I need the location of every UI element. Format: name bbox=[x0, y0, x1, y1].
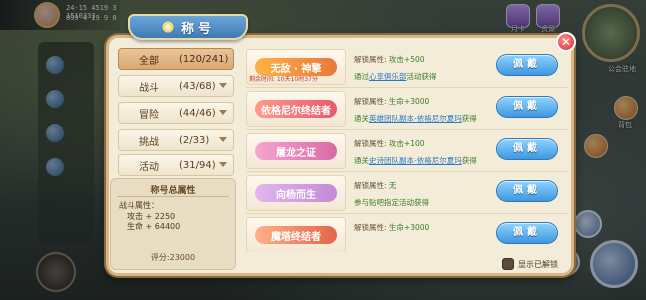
title-badge-name: 屠龙之证 bbox=[255, 142, 337, 160]
unlock-label: 解锁属性: bbox=[354, 181, 389, 190]
unlock-label: 解锁属性: bbox=[354, 223, 389, 232]
equip-button[interactable]: 佩戴 bbox=[496, 138, 558, 160]
unlock-value: 生命+3000 bbox=[388, 223, 430, 232]
source-prefix: 参与贴吧指定活动获得 bbox=[354, 198, 429, 207]
total-score: 评分:23000 bbox=[150, 253, 196, 262]
title-badge[interactable]: 依格尼尔终结者 bbox=[246, 91, 346, 127]
source-text: 通关英雄团队副本-依格尼尔夏玛获得 bbox=[354, 113, 477, 124]
category-name: 全部 bbox=[139, 55, 159, 67]
source-prefix: 通关 bbox=[354, 156, 369, 165]
equip-button[interactable]: 佩戴 bbox=[496, 180, 558, 202]
list-item: 魔塔终结者 解锁属性: 生命+3000 佩戴 bbox=[246, 214, 568, 252]
unlock-value: 攻击+500 bbox=[388, 55, 425, 64]
list-item: 无敌 · 神擎 剩余时间: 10天10时37分 解锁属性: 攻击+500 通过心… bbox=[246, 46, 568, 88]
category-name: 活动 bbox=[139, 161, 159, 173]
unlock-attribute: 解锁属性: 生命+3000 bbox=[354, 222, 429, 233]
title-badge[interactable]: 屠龙之证 bbox=[246, 133, 346, 169]
divider bbox=[117, 196, 229, 197]
dialog-title: 称号 bbox=[180, 21, 215, 37]
source-suffix: 获得 bbox=[461, 114, 477, 123]
category-count: (44/46) bbox=[179, 107, 216, 119]
category-name: 战斗 bbox=[139, 82, 159, 94]
equip-button[interactable]: 佩戴 bbox=[496, 96, 558, 118]
source-suffix: 获得 bbox=[461, 156, 477, 165]
chevron-down-icon bbox=[219, 162, 227, 167]
show-unlocked-checkbox[interactable] bbox=[502, 258, 514, 270]
category-tab-all[interactable]: 全部 (120/241) bbox=[118, 48, 234, 70]
source-link[interactable]: 英雄团队副本-依格尼尔夏玛 bbox=[369, 114, 462, 123]
category-tab-event[interactable]: 活动 (31/94) bbox=[118, 154, 234, 176]
list-item: 依格尼尔终结者 解锁属性: 生命+3000 通关英雄团队副本-依格尼尔夏玛获得 … bbox=[246, 88, 568, 130]
chevron-down-icon bbox=[219, 137, 227, 142]
unlock-label: 解锁属性: bbox=[354, 97, 389, 106]
category-count: (31/94) bbox=[179, 159, 216, 171]
equip-button[interactable]: 佩戴 bbox=[496, 54, 558, 76]
chevron-down-icon bbox=[219, 110, 227, 115]
category-name: 挑战 bbox=[139, 136, 159, 148]
unlock-attribute: 解锁属性: 攻击+500 bbox=[354, 54, 425, 65]
unlock-attribute: 解锁属性: 生命+3000 bbox=[354, 96, 429, 107]
source-prefix: 通过 bbox=[354, 72, 369, 81]
unlock-attribute: 解锁属性: 攻击+100 bbox=[354, 138, 425, 149]
list-item: 向杨而生 解锁属性: 无 参与贴吧指定活动获得 佩戴 bbox=[246, 172, 568, 214]
unlock-attribute: 解锁属性: 无 bbox=[354, 180, 396, 191]
source-text: 通过心享俱乐部活动获得 bbox=[354, 71, 437, 82]
source-suffix: 活动获得 bbox=[406, 72, 437, 81]
list-item: 屠龙之证 解锁属性: 攻击+100 通关史诗团队副本-依格尼尔夏玛获得 佩戴 bbox=[246, 130, 568, 172]
total-life: 生命 + 64400 bbox=[127, 222, 181, 231]
category-tab-adventure[interactable]: 冒险 (44/46) bbox=[118, 102, 234, 124]
total-attributes-box: 称号总属性 战斗属性： 攻击 + 2250 生命 + 64400 评分:2300… bbox=[110, 178, 236, 270]
combat-attributes-label: 战斗属性： bbox=[119, 201, 159, 210]
title-badge[interactable]: 无敌 · 神擎 剩余时间: 10天10时37分 bbox=[246, 49, 346, 85]
total-attributes-title: 称号总属性 bbox=[150, 186, 196, 196]
remaining-time: 剩余时间: 10天10时37分 bbox=[249, 76, 318, 83]
source-text: 参与贴吧指定活动获得 bbox=[354, 197, 429, 208]
title-badge[interactable]: 向杨而生 bbox=[246, 175, 346, 211]
unlock-label: 解锁属性: bbox=[354, 55, 389, 64]
equip-button[interactable]: 佩戴 bbox=[496, 222, 558, 244]
source-link[interactable]: 心享俱乐部 bbox=[369, 72, 407, 81]
unlock-label: 解锁属性: bbox=[354, 139, 389, 148]
close-button[interactable]: ✕ bbox=[556, 32, 576, 52]
unlock-value: 生命+3000 bbox=[388, 97, 430, 106]
unlock-value: 无 bbox=[388, 181, 397, 190]
title-badge-name: 魔塔终结者 bbox=[255, 226, 337, 244]
flower-icon bbox=[160, 20, 175, 34]
title-badge[interactable]: 魔塔终结者 bbox=[246, 217, 346, 252]
title-list[interactable]: 无敌 · 神擎 剩余时间: 10天10时37分 解锁属性: 攻击+500 通过心… bbox=[246, 46, 568, 252]
category-count: (120/241) bbox=[179, 53, 229, 65]
source-text: 通关史诗团队副本-依格尼尔夏玛获得 bbox=[354, 155, 477, 166]
category-name: 冒险 bbox=[139, 109, 159, 121]
category-tab-combat[interactable]: 战斗 (43/68) bbox=[118, 75, 234, 97]
category-count: (2/33) bbox=[179, 134, 210, 146]
category-count: (43/68) bbox=[179, 80, 216, 92]
title-badge-name: 依格尼尔终结者 bbox=[255, 100, 337, 118]
show-unlocked-label: 显示已解锁 bbox=[518, 260, 558, 269]
dialog-title-banner: 称号 bbox=[128, 14, 248, 40]
category-tab-challenge[interactable]: 挑战 (2/33) bbox=[118, 129, 234, 151]
chevron-down-icon bbox=[219, 83, 227, 88]
title-badge-name: 向杨而生 bbox=[255, 184, 337, 202]
source-link[interactable]: 史诗团队副本-依格尼尔夏玛 bbox=[369, 156, 462, 165]
source-prefix: 通关 bbox=[354, 114, 369, 123]
unlock-value: 攻击+100 bbox=[388, 139, 425, 148]
